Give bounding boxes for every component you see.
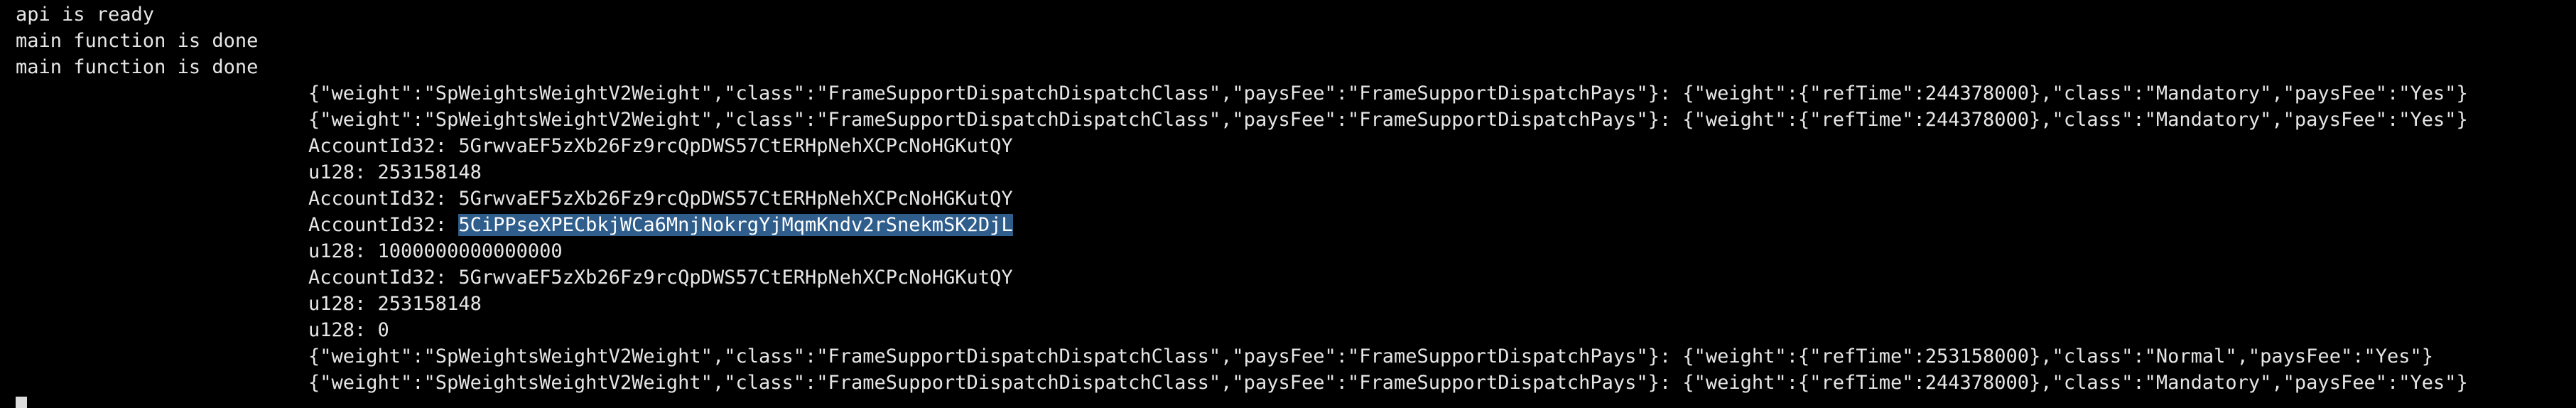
account-label: AccountId32:	[308, 214, 459, 236]
log-line-account-3: AccountId32: 5CiPPseXPECbkjWCa6MnjNokrgY…	[308, 212, 1013, 238]
terminal-cursor	[16, 397, 27, 408]
log-line-u128-2: u128: 1000000000000000	[308, 240, 563, 262]
log-line-account-1: AccountId32: 5GrwvaEF5zXb26Fz9rcQpDWS57C…	[308, 135, 1013, 157]
log-line-weight-4: {"weight":"SpWeightsWeightV2Weight","cla…	[308, 372, 2468, 394]
selected-text-highlight[interactable]: 5CiPPseXPECbkjWCa6MnjNokrgYjMqmKndv2rSne…	[458, 214, 1013, 236]
log-line-u128-3: u128: 253158148	[308, 293, 482, 315]
log-line-u128-4: u128: 0	[308, 319, 389, 341]
log-line-account-2: AccountId32: 5GrwvaEF5zXb26Fz9rcQpDWS57C…	[308, 188, 1013, 210]
log-line-main-done-1: main function is done	[16, 30, 259, 52]
log-line-weight-3: {"weight":"SpWeightsWeightV2Weight","cla…	[308, 345, 2433, 367]
log-line-weight-1: {"weight":"SpWeightsWeightV2Weight","cla…	[308, 82, 2468, 104]
log-line-weight-2: {"weight":"SpWeightsWeightV2Weight","cla…	[308, 109, 2468, 131]
log-line-api-ready: api is ready	[16, 4, 155, 26]
terminal-output[interactable]: api is ready main function is done main …	[0, 0, 2576, 408]
log-line-u128-1: u128: 253158148	[308, 161, 482, 183]
log-line-main-done-2: main function is done	[16, 56, 259, 78]
log-line-account-4: AccountId32: 5GrwvaEF5zXb26Fz9rcQpDWS57C…	[308, 267, 1013, 289]
